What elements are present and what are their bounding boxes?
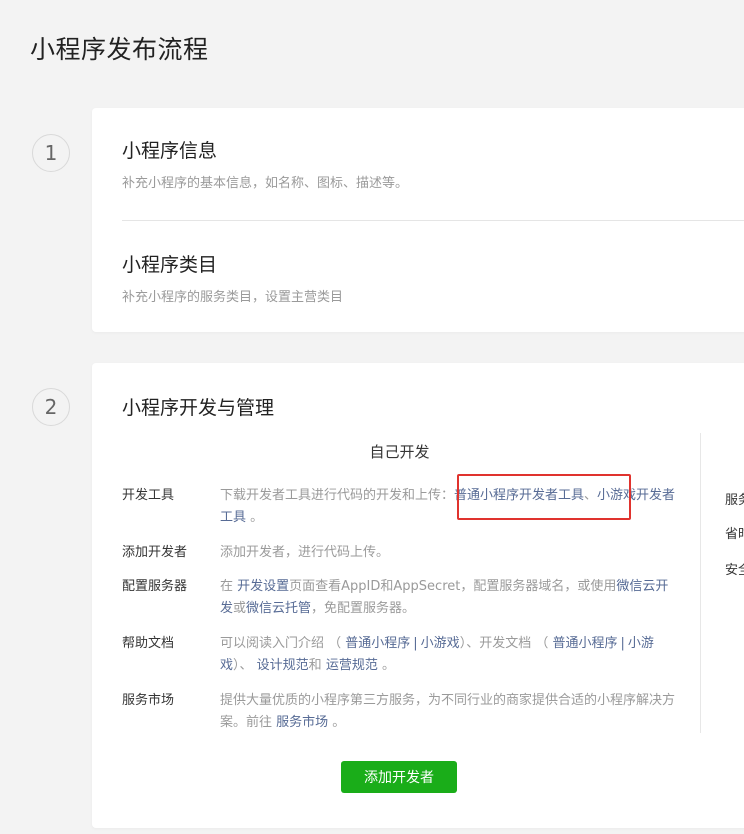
row-add-dev-text: 添加开发者，进行代码上传。 xyxy=(220,545,390,560)
row-docs-text: 可以阅读入门介绍 （ 普通小程序 | 小游戏）、开发文档 （ 普通小程序 | 小游戏）、… xyxy=(220,633,680,677)
operation-spec-link[interactable]: 运营规范 xyxy=(326,658,378,673)
docs-pipe-2: | xyxy=(620,636,625,651)
row-add-dev-label: 添加开发者 xyxy=(122,545,188,560)
design-spec-link[interactable]: 设计规范 xyxy=(257,658,309,673)
page-title: 小程序发布流程 xyxy=(30,35,209,64)
row-market-text: 提供大量优质的小程序第三方服务，为不同行业的商家提供合适的小程序解决方案。前往 … xyxy=(220,690,680,734)
row-devtools-label: 开发工具 xyxy=(122,488,175,503)
devtools-text: 下载开发者工具进行代码的开发和上传： xyxy=(220,488,455,503)
market-text-2: 。 xyxy=(328,715,346,730)
mini-program-category-desc: 补充小程序的服务类目，设置主营类目 xyxy=(122,290,344,305)
docs-text-2: ）、开发文档 （ xyxy=(459,636,553,651)
mini-program-info-desc: 补充小程序的基本信息，如名称、图标、描述等。 xyxy=(122,176,409,191)
add-developer-button[interactable]: 添加开发者 xyxy=(341,761,457,793)
step-2-circle: 2 xyxy=(32,388,70,426)
server-text-2: 页面查看AppID和AppSecret，配置服务器域名，或使用 xyxy=(289,579,617,594)
side-label-security: 安全 xyxy=(725,563,744,578)
docs-text-5: 。 xyxy=(377,658,395,673)
intro-normal-link[interactable]: 普通小程序 xyxy=(345,636,410,651)
section-divider xyxy=(122,220,744,221)
mini-program-info-title[interactable]: 小程序信息 xyxy=(122,136,217,163)
highlight-annotation-box xyxy=(457,474,631,520)
section-1-card: 小程序信息 补充小程序的基本信息，如名称、图标、描述等。 小程序类目 补充小程序… xyxy=(92,108,744,332)
docs-pipe-1: | xyxy=(413,636,418,651)
intro-game-link[interactable]: 小游戏 xyxy=(421,636,460,651)
row-server-text: 在 开发设置页面查看AppID和AppSecret，配置服务器域名，或使用微信云… xyxy=(220,576,680,620)
dev-settings-link[interactable]: 开发设置 xyxy=(237,579,289,594)
row-market-label: 服务市场 xyxy=(122,693,175,708)
docs-text-4: 和 xyxy=(308,658,326,673)
server-text-3: 或 xyxy=(233,601,247,616)
row-docs-label: 帮助文档 xyxy=(122,636,175,651)
server-text-1: 在 xyxy=(220,579,238,594)
docs-text-3: ）、 xyxy=(233,658,257,673)
docs-text-1: 可以阅读入门介绍 （ xyxy=(220,636,346,651)
service-market-link[interactable]: 服务市场 xyxy=(276,715,328,730)
section-2-card: 小程序开发与管理 自己开发 开发工具 下载开发者工具进行代码的开发和上传： 普通小… xyxy=(92,363,744,828)
server-text-4: ，免配置服务器。 xyxy=(311,601,416,616)
row-server-label: 配置服务器 xyxy=(122,579,188,594)
column-divider xyxy=(700,433,701,733)
devtools-end: 。 xyxy=(250,510,264,525)
wechat-cloud-hosting-link[interactable]: 微信云托管 xyxy=(246,601,311,616)
mini-program-category-title[interactable]: 小程序类目 xyxy=(122,250,217,277)
self-dev-column-title: 自己开发 xyxy=(369,443,430,461)
devdoc-normal-link[interactable]: 普通小程序 xyxy=(552,636,617,651)
step-1-circle: 1 xyxy=(32,134,70,172)
side-label-service: 服务 xyxy=(725,493,744,508)
dev-management-title: 小程序开发与管理 xyxy=(122,397,275,419)
side-label-time: 省时 xyxy=(725,527,744,542)
